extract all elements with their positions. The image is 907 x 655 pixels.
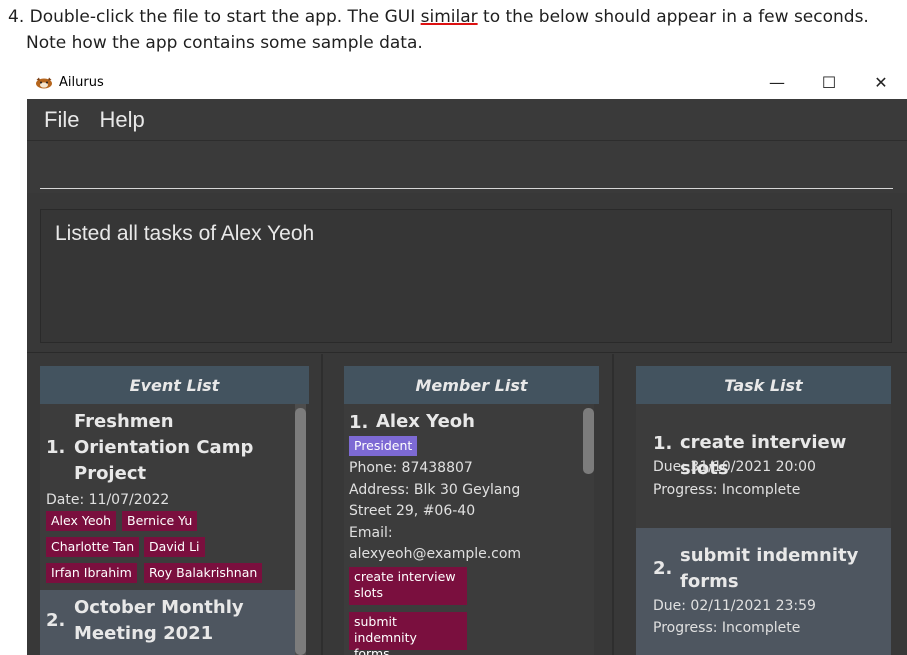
event-name-line: Project <box>74 463 147 484</box>
event-list-scrollbar[interactable] <box>295 404 306 655</box>
member-list-scroll-thumb[interactable] <box>583 408 594 474</box>
column-divider <box>612 354 614 655</box>
member-email: alexyeoh@example.com <box>349 546 522 562</box>
command-input-underline <box>40 188 893 189</box>
task-list-panel: Task List 1. create interview slots Due:… <box>621 354 907 655</box>
member-phone: Phone: 87438807 <box>349 460 473 476</box>
minimize-button[interactable]: — <box>751 73 803 92</box>
member-role-tag: President <box>349 436 418 456</box>
member-email-label: Email: <box>349 525 393 541</box>
task-card-2[interactable]: 2. submit indemnity forms Due: 02/11/202… <box>636 528 891 655</box>
task-name-line: submit indemnity <box>680 545 859 566</box>
menu-file[interactable]: File <box>44 107 79 133</box>
event-name-line: Freshmen <box>74 411 174 432</box>
task-due: Due: 02/11/2021 23:59 <box>653 598 816 614</box>
member-index: 1. <box>349 412 369 433</box>
event-member-tag: Charlotte Tan <box>46 537 140 557</box>
close-button[interactable]: ✕ <box>855 73 907 92</box>
event-index: 2. <box>46 610 66 631</box>
command-box[interactable] <box>27 141 907 193</box>
maximize-button[interactable]: ☐ <box>803 73 855 92</box>
task-index: 2. <box>653 558 673 579</box>
title-bar[interactable]: Ailurus — ☐ ✕ <box>27 66 907 99</box>
task-due: Due: 31/10/2021 20:00 <box>653 459 816 475</box>
member-list-scrollbar[interactable] <box>583 404 594 655</box>
member-task-tag: submit indemnity forms <box>349 612 467 655</box>
event-member-tag: Alex Yeoh <box>46 511 117 531</box>
task-progress: Progress: Incomplete <box>653 620 801 636</box>
panel-divider <box>27 352 907 353</box>
member-list[interactable]: 1. Alex Yeoh President Phone: 87438807 A… <box>344 404 583 655</box>
member-task-tag: create interview slots <box>349 567 467 605</box>
event-list[interactable]: 1. Freshmen Orientation Camp Project Dat… <box>40 404 295 655</box>
result-display: Listed all tasks of Alex Yeoh <box>40 209 892 343</box>
instruction-line-2: Note how the app contains some sample da… <box>26 33 423 53</box>
result-text: Listed all tasks of Alex Yeoh <box>55 222 315 245</box>
menu-bar: File Help <box>27 99 907 141</box>
member-address-line: Street 29, #06-40 <box>349 503 476 519</box>
task-list[interactable]: 1. create interview slots Due: 31/10/202… <box>636 404 891 655</box>
member-list-header: Member List <box>344 366 599 404</box>
event-card-1[interactable]: 1. Freshmen Orientation Camp Project Dat… <box>40 404 295 590</box>
column-divider <box>321 354 323 655</box>
underlined-word: similar <box>420 7 478 27</box>
event-name-line: Orientation Camp <box>74 437 254 458</box>
event-card-2[interactable]: 2. October Monthly Meeting 2021 <box>40 590 295 655</box>
event-list-scroll-thumb[interactable] <box>295 408 306 655</box>
task-progress: Progress: Incomplete <box>653 482 801 498</box>
task-list-header: Task List <box>636 366 891 404</box>
window-title: Ailurus <box>59 75 104 90</box>
member-card-1[interactable]: 1. Alex Yeoh President Phone: 87438807 A… <box>344 404 583 655</box>
app-window: Ailurus — ☐ ✕ File Help Listed all tasks… <box>27 66 907 655</box>
task-card-1[interactable]: 1. create interview slots Due: 31/10/202… <box>636 404 891 528</box>
instruction-text: 4. Double-click the file to start the ap… <box>0 0 907 64</box>
event-member-tag: David Li <box>144 537 205 557</box>
event-index: 1. <box>46 437 66 458</box>
instruction-line-1: 4. Double-click the file to start the ap… <box>8 7 869 27</box>
member-address-line: Address: Blk 30 Geylang <box>349 482 521 498</box>
task-name-line: forms <box>680 571 739 592</box>
event-member-tag: Bernice Yu <box>122 511 198 531</box>
event-list-panel: Event List 1. Freshmen Orientation Camp … <box>27 354 321 655</box>
menu-help[interactable]: Help <box>99 107 144 133</box>
event-member-tag: Irfan Ibrahim <box>46 563 137 583</box>
red-panda-icon <box>36 77 52 88</box>
event-name-line: October Monthly <box>74 597 244 618</box>
member-name: Alex Yeoh <box>376 411 475 432</box>
event-date: Date: 11/07/2022 <box>46 492 170 508</box>
event-list-header: Event List <box>40 366 309 404</box>
task-index: 1. <box>653 433 673 454</box>
member-list-panel: Member List 1. Alex Yeoh President Phone… <box>330 354 612 655</box>
event-name-line: Meeting 2021 <box>74 623 214 644</box>
event-member-tag: Roy Balakrishnan <box>144 563 263 583</box>
